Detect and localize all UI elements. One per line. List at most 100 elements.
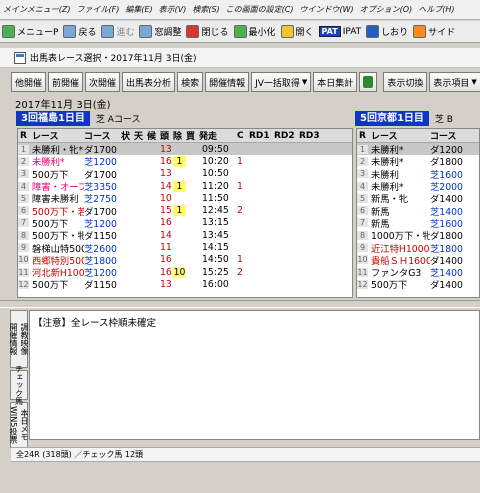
- notice-panel[interactable]: 【注意】全レース枠順未確定: [29, 310, 480, 440]
- start-time: 13:15: [202, 217, 229, 229]
- table-row[interactable]: 2 未勝利* ダ1800: [357, 155, 479, 168]
- menu-main[interactable]: メインメニュー(Z): [0, 4, 73, 15]
- table-row[interactable]: 6 新馬 芝1400: [357, 204, 479, 218]
- side-button[interactable]: サイド: [413, 25, 455, 38]
- table-row[interactable]: 3 未勝利 芝1600: [357, 168, 479, 181]
- back-button[interactable]: 戻る: [63, 25, 96, 38]
- race-number: 5: [18, 193, 29, 203]
- venue-label: 5回京都1日目: [355, 111, 429, 126]
- next-meet-button[interactable]: 次開催: [85, 72, 121, 92]
- c-value: 1: [237, 254, 243, 266]
- meet-info-button[interactable]: 開催情報: [205, 72, 250, 92]
- excluded-count: 1: [173, 180, 186, 192]
- race-number: 12: [18, 279, 29, 289]
- race-number: 9: [18, 243, 29, 253]
- race-number: 6: [18, 206, 29, 216]
- start-time: 14:15: [202, 242, 229, 254]
- head-count: 14: [160, 229, 172, 241]
- race-number: 3: [18, 169, 29, 179]
- minimize-button[interactable]: 最小化: [233, 25, 276, 38]
- head-count: 11: [160, 242, 172, 254]
- status-bar: 全24R (318頭) ／チェック馬 12頭: [11, 447, 480, 462]
- venue-course: 芝 Aコース: [95, 115, 141, 125]
- window-adjust-button[interactable]: 窓調整: [139, 25, 181, 38]
- table-row[interactable]: 5 障害未勝利 芝2750 10 11:50: [18, 192, 352, 205]
- head-count: 16: [160, 266, 172, 278]
- table-row[interactable]: 9 近江特H1000 芝1800: [357, 241, 479, 255]
- pane-splitter[interactable]: [0, 300, 480, 308]
- race-number: 1: [18, 144, 29, 154]
- venue-fukushima[interactable]: 3回福島1日目 芝 Aコース: [16, 111, 141, 126]
- head-count: 15: [160, 205, 172, 217]
- race-table-fukushima: R レース コース 状 天 候 頭 除 買 発走 C RD1 RD2 RD3 1…: [17, 128, 353, 298]
- race-name: 500万下: [32, 280, 69, 292]
- table-row[interactable]: 12 500万下 ダ1400: [357, 278, 479, 291]
- table-row[interactable]: 11河北新H1000芝1200161015:252: [18, 266, 352, 279]
- menu-edit[interactable]: 編集(E): [122, 4, 155, 15]
- start-time: 10:50: [202, 168, 229, 180]
- table-row[interactable]: 10 西郷特別500 芝1800 16 14:50 1: [18, 254, 352, 267]
- table-row[interactable]: 1 未勝利・牝* ダ1700 13 09:50: [18, 143, 352, 156]
- open-button[interactable]: 開く: [280, 25, 314, 38]
- race-number: 2: [18, 156, 29, 166]
- menu-window[interactable]: ウインドウ(W): [297, 4, 357, 15]
- menu-view[interactable]: 表示(V): [156, 4, 190, 15]
- start-time: 11:20: [202, 180, 229, 192]
- search-button[interactable]: 検索: [177, 72, 204, 92]
- table-row[interactable]: 4 障害・オープ 芝3350 14 1 11:20 1: [18, 180, 352, 193]
- window-titlebar: 出馬表レース選択・2017年11月 3日(金): [0, 48, 480, 68]
- table-row[interactable]: 1 未勝利* ダ1200: [357, 143, 479, 156]
- table-row[interactable]: 2 未勝利* 芝1200 16 1 10:20 1: [18, 155, 352, 168]
- head-count: 13: [160, 168, 172, 180]
- close-icon: [186, 25, 200, 38]
- tab-win5-memo[interactable]: WIN5投票 本日メモ: [9, 402, 29, 448]
- bookmark-icon: [366, 25, 380, 38]
- menu-help[interactable]: ヘルプ(H): [415, 4, 457, 15]
- table-row[interactable]: 7 500万下 芝1200 16 13:15: [18, 217, 352, 230]
- table-row[interactable]: 5 新馬・牝 ダ1400: [357, 192, 479, 205]
- table-row[interactable]: 8 500万下・牝 ダ1150 14 13:45: [18, 229, 352, 242]
- table-row[interactable]: 11 ファンタG3 芝1400: [357, 266, 479, 279]
- window-icon: [139, 25, 153, 38]
- tab-check-horse[interactable]: チェック馬: [10, 365, 28, 405]
- table-row[interactable]: 6 500万下・若 ダ1700 15 1 12:45 2: [18, 204, 352, 218]
- table-row[interactable]: 9 磐梯山特500 芝2600 11 14:15: [18, 241, 352, 255]
- display-switch-button[interactable]: 表示切換: [383, 72, 428, 92]
- other-meet-button[interactable]: 他開催: [11, 72, 47, 92]
- tab-meet-info[interactable]: 開催情報 調教映像: [9, 310, 29, 368]
- table-row[interactable]: 12 500万下 ダ1150 13 16:00: [18, 278, 352, 292]
- table-row[interactable]: 10 貴船ＳＨ1600 ダ1400: [357, 254, 479, 267]
- table-header: R レース コース 状 天 候 頭 除 買 発走 C RD1 RD2 RD3: [18, 129, 352, 143]
- table-row[interactable]: 3 500万下 ダ1700 13 10:50: [18, 168, 352, 181]
- ipat-button[interactable]: PAT IPAT: [318, 26, 361, 37]
- menu-option[interactable]: オプション(O): [357, 4, 416, 15]
- table-row[interactable]: 4 未勝利* 芝2000: [357, 180, 479, 193]
- bookmark-button[interactable]: しおり: [366, 25, 408, 38]
- menu-file[interactable]: ファイル(F): [73, 4, 122, 15]
- start-time: 12:45: [202, 205, 229, 217]
- table-row[interactable]: 7 新馬 芝1600: [357, 217, 479, 230]
- race-number: 7: [357, 218, 368, 228]
- table-row[interactable]: 8 1000万下・牝 ダ1800: [357, 229, 479, 242]
- venue-kyoto[interactable]: 5回京都1日目 芝 B: [355, 111, 453, 126]
- side-icon: [413, 25, 427, 38]
- person-button[interactable]: [359, 72, 378, 92]
- race-number: 10: [357, 255, 368, 265]
- race-number: 7: [18, 218, 29, 228]
- close-button[interactable]: 閉じる: [186, 25, 229, 38]
- today-total-button[interactable]: 本日集計: [313, 72, 358, 92]
- excluded-count: 10: [173, 266, 186, 278]
- forward-button[interactable]: 進む: [101, 25, 134, 38]
- display-items-button[interactable]: 表示項目 ▼: [429, 72, 480, 92]
- menu-screen-settings[interactable]: この画面の設定(C): [223, 4, 297, 15]
- race-analysis-button[interactable]: 出馬表分析: [122, 72, 176, 92]
- race-table-kyoto: R レース コース 1 未勝利* ダ1200 2 未勝利* ダ1800 3 未勝利 芝1600 4…: [356, 128, 480, 298]
- jv-fetch-button[interactable]: JV一括取得 ▼: [251, 72, 312, 92]
- race-number: 3: [357, 169, 368, 179]
- head-count: 13: [160, 143, 172, 155]
- menu-p-button[interactable]: メニューP: [2, 25, 58, 38]
- previous-meet-button[interactable]: 前開催: [48, 72, 84, 92]
- menu-search[interactable]: 検索(S): [189, 4, 222, 15]
- toolbar: メニューP 戻る 進む 窓調整 閉じる 最小化 開く PAT IPAT しおり サ…: [0, 21, 480, 43]
- c-value: 1: [237, 180, 243, 192]
